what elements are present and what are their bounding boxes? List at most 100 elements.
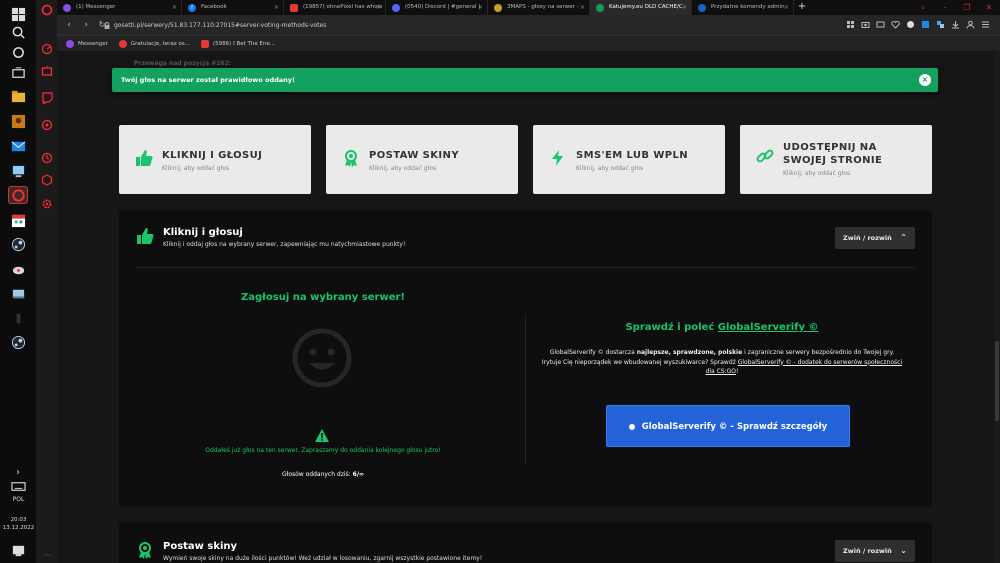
address-bar-icons [846, 20, 990, 29]
tab-katujemy[interactable]: Katujemy.eu OLD CACHE/C × [590, 0, 692, 15]
vpn-icon[interactable] [876, 20, 885, 29]
hidden-app-icon[interactable] [8, 309, 28, 327]
settings-gear-icon[interactable] [41, 198, 53, 210]
ranking-advantage-text: Przewaga nad pozycją #262: [134, 60, 232, 67]
collapse-toggle-button[interactable]: Zwiń / rozwiń ⌃ [835, 227, 915, 249]
search-icon[interactable] [8, 23, 28, 41]
grid-icon[interactable] [846, 20, 855, 29]
player-icon[interactable] [41, 119, 53, 131]
desc-text: GlobalServerify © dostarcza [549, 349, 635, 356]
gx-control-icon[interactable] [41, 65, 53, 77]
tab-messenger[interactable]: (1) Messenger × [57, 0, 182, 15]
cortana-icon[interactable] [8, 43, 28, 61]
scrollbar-thumb[interactable] [995, 341, 999, 421]
keyboard-icon[interactable] [8, 477, 28, 495]
vote-method-card-share[interactable]: UDOSTĘPNIJ NA SWOJEJ STRONIE Kliknij, ab… [740, 125, 932, 194]
link-icon [756, 147, 774, 165]
opera-menu-icon[interactable] [41, 4, 53, 16]
tab-przydatne[interactable]: Przydatne komendy admin × [692, 0, 794, 15]
tab-label: 3MAPS - głosy na serwer - [507, 4, 579, 10]
more-icon[interactable]: ··· [41, 549, 53, 561]
desc-text: i zagraniczne serwery bezpośrednio do Tw… [744, 349, 895, 356]
mail-icon[interactable] [8, 137, 28, 155]
close-icon[interactable]: × [172, 0, 177, 15]
close-icon[interactable]: × [580, 0, 585, 15]
download-icon[interactable] [951, 20, 960, 29]
speed-dial-icon[interactable] [41, 43, 53, 55]
task-view-icon[interactable] [8, 64, 28, 82]
promo-description: GlobalServerify © dostarcza najlepsze, s… [541, 348, 903, 377]
drive-icon[interactable] [8, 284, 28, 302]
language-indicator[interactable]: POL [0, 496, 37, 503]
warning-icon [315, 429, 329, 442]
notifications-icon[interactable] [8, 541, 28, 559]
close-icon[interactable]: × [682, 0, 687, 15]
extension-sync-icon[interactable] [936, 20, 945, 29]
vote-method-card-sms[interactable]: SMS'EM LUB WPLN Kliknij, aby oddać głos [533, 125, 725, 194]
close-icon[interactable]: × [478, 0, 483, 15]
network-drive-icon[interactable] [8, 260, 28, 278]
vote-method-card-click[interactable]: KLIKNIJ I GŁOSUJ Kliknij, aby oddać głos [119, 125, 311, 194]
thumbs-up-icon [136, 227, 154, 245]
clock-time: 20:03 [10, 517, 27, 523]
already-voted-message: Oddałeś już głos na ten serwer. Zaprasza… [205, 447, 441, 454]
bookmark-label: Messenger [78, 40, 108, 47]
account-icon[interactable] [966, 20, 975, 29]
bookmark-messenger[interactable]: Messenger [66, 39, 108, 48]
card-subtitle: Kliknij, aby oddać głos [369, 165, 437, 172]
steam-icon-2[interactable] [8, 333, 28, 351]
tab-facebook[interactable]: f Facebook × [182, 0, 284, 15]
back-button[interactable]: ‹ [63, 19, 75, 31]
close-icon[interactable]: × [784, 0, 789, 15]
history-icon[interactable] [41, 152, 53, 164]
file-explorer-icon[interactable] [8, 87, 28, 105]
tab-youtube[interactable]: (19857) ohnePixel has whole × [284, 0, 386, 15]
computer-icon[interactable] [8, 162, 28, 180]
globalserverify-link[interactable]: GlobalServerify © [718, 322, 819, 333]
calendar-icon[interactable] [8, 211, 28, 229]
tab-discord[interactable]: (0540) Discord | #general | × [386, 0, 488, 15]
extensions-icon[interactable] [41, 174, 53, 186]
bookmark-youtube-video[interactable]: (5986) I Bet The Ene... [201, 39, 275, 48]
alert-close-button[interactable]: × [919, 74, 931, 86]
tab-label: (1) Messenger [76, 4, 116, 10]
tab-label: Facebook [201, 4, 227, 10]
collapse-toggle-button[interactable]: Zwiń / rozwiń ⌄ [835, 540, 915, 562]
new-tab-button[interactable]: + [794, 0, 810, 15]
windows-start-icon[interactable] [8, 5, 28, 23]
lock-icon[interactable] [104, 22, 110, 29]
tab-label: Przydatne komendy admin [711, 4, 785, 10]
opera-gx-taskbar-icon[interactable] [8, 186, 28, 204]
close-icon[interactable]: × [376, 0, 381, 15]
youtube-icon [290, 4, 298, 12]
tab-search-icon[interactable]: ⌕ [912, 0, 934, 15]
vote-heading: Zagłosuj na wybrany serwer! [241, 292, 405, 303]
url-field[interactable]: gosetti.pl/serwery/51.83.177.110:27015#s… [114, 21, 664, 31]
scrollbar[interactable] [994, 51, 1000, 563]
bookmark-gratulacje[interactable]: Gratulacje, teraz os... [118, 39, 190, 48]
extension-blue-icon[interactable] [921, 20, 930, 29]
heart-icon[interactable] [891, 20, 900, 29]
menu-icon[interactable] [981, 20, 990, 29]
close-window-button[interactable]: ✕ [978, 0, 1000, 15]
clock[interactable]: 20:03 13.12.2022 [0, 516, 37, 533]
game-app-icon[interactable] [8, 112, 28, 130]
screen: › POL 20:03 13.12.2022 ··· (1) Messenger… [0, 0, 1000, 563]
wallet-icon[interactable] [906, 20, 915, 29]
forward-button[interactable]: › [80, 19, 92, 31]
panel-title: Postaw skiny [163, 541, 238, 552]
close-icon[interactable]: × [274, 0, 279, 15]
youtube-icon [118, 39, 127, 48]
address-bar-row: ‹ › ↻ gosetti.pl/serwery/51.83.177.110:2… [57, 15, 1000, 36]
votes-today-value: 6/∞ [352, 471, 365, 478]
camera-icon[interactable] [861, 20, 870, 29]
steam-icon[interactable] [8, 235, 28, 253]
tab-strip: (1) Messenger × f Facebook × (19857) ohnePi… [57, 0, 1000, 15]
promo-heading-prefix: Sprawdź i poleć [625, 322, 715, 333]
globalserverify-details-button[interactable]: GlobalServerify © - Sprawdź szczegóły [606, 405, 850, 447]
minimize-button[interactable]: – [934, 0, 956, 15]
twitch-icon[interactable] [41, 92, 53, 104]
maximize-button[interactable]: ❐ [956, 0, 978, 15]
vote-method-card-skins[interactable]: POSTAW SKINY Kliknij, aby oddać głos [326, 125, 518, 194]
tab-gosetti[interactable]: 3MAPS - głosy na serwer - × [488, 0, 590, 15]
